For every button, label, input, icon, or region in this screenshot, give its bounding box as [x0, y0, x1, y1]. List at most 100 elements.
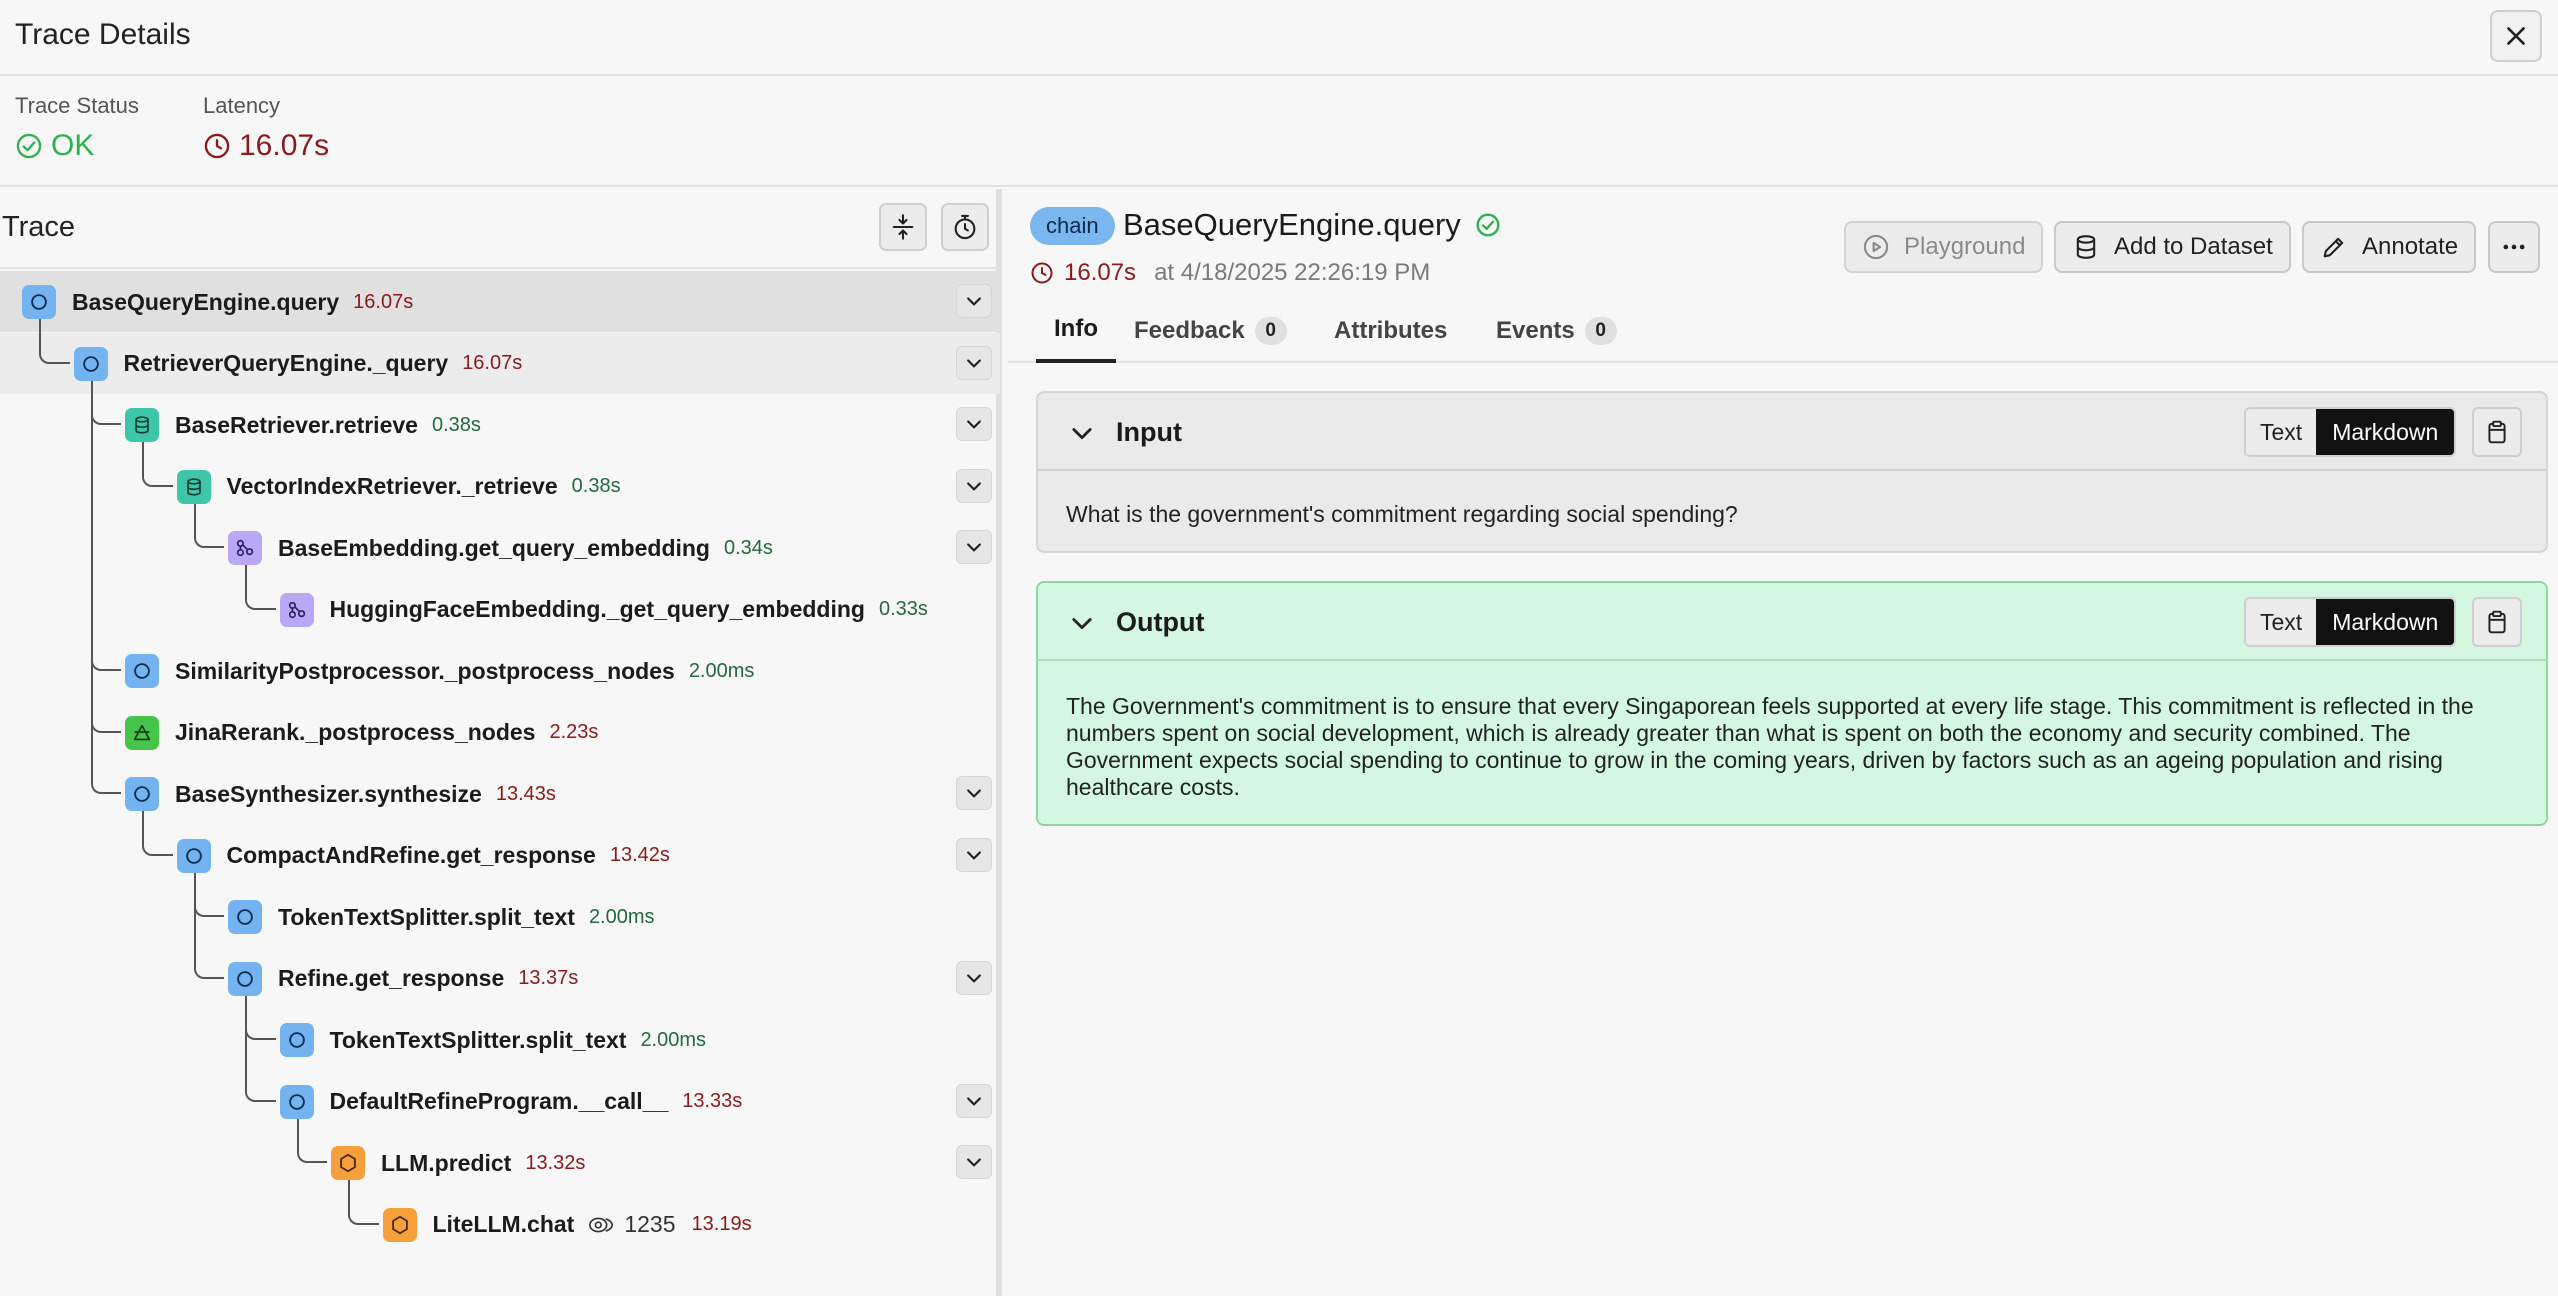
add-to-dataset-button[interactable]: Add to Dataset — [2054, 221, 2291, 273]
span-node[interactable]: LiteLLM.chat 1235 13.19s — [382, 1207, 752, 1242]
span-node[interactable]: SimilarityPostprocessor._postprocess_nod… — [125, 654, 754, 688]
close-button[interactable] — [2490, 10, 2542, 62]
trace-tree-row[interactable]: VectorIndexRetriever._retrieve 0.38s — [0, 442, 1000, 517]
collapse-all-button[interactable] — [879, 203, 927, 251]
input-text-mode-button[interactable]: Text — [2246, 409, 2317, 455]
span-title-row: BaseQueryEngine.query — [1123, 207, 1501, 243]
span-name: Refine.get_response — [278, 965, 505, 991]
expand-chevron-button[interactable] — [956, 960, 992, 995]
tab-attributes[interactable]: Attributes — [1334, 299, 1447, 363]
expand-chevron-button[interactable] — [956, 345, 992, 380]
trace-tree-row[interactable]: CompactAndRefine.get_response 13.42s — [0, 811, 1000, 886]
span-latency: 2.00ms — [588, 905, 655, 928]
span-node[interactable]: BaseSynthesizer.synthesize 13.43s — [125, 777, 556, 811]
latency-label: Latency — [203, 93, 281, 118]
annotate-button[interactable]: Annotate — [2302, 221, 2477, 273]
tab-feedback[interactable]: Feedback 0 — [1134, 299, 1287, 363]
span-tabs: Info Feedback 0 Attributes Events 0 — [1008, 299, 2558, 363]
trace-tree-row[interactable]: JinaRerank._postprocess_nodes 2.23s — [0, 380, 1000, 763]
close-icon — [2507, 27, 2525, 45]
span-node[interactable]: CompactAndRefine.get_response 13.42s — [176, 838, 670, 873]
trace-tree-row[interactable]: LLM.predict 13.32s — [0, 1118, 1000, 1193]
span-node[interactable]: RetrieverQueryEngine._query 16.07s — [73, 346, 522, 381]
chain-kind-icon — [228, 961, 262, 996]
trace-tree-row[interactable]: TokenTextSplitter.split_text 2.00ms — [0, 995, 1000, 1070]
output-text-mode-button[interactable]: Text — [2246, 599, 2317, 645]
span-node[interactable]: JinaRerank._postprocess_nodes 2.23s — [125, 715, 598, 750]
input-markdown-mode-button[interactable]: Markdown — [2316, 409, 2455, 455]
span-node[interactable]: BaseEmbedding.get_query_embedding 0.34s — [228, 531, 773, 565]
span-node[interactable]: HuggingFaceEmbedding._get_query_embeddin… — [279, 592, 928, 627]
span-name: TokenTextSplitter.split_text — [329, 1026, 627, 1053]
more-options-button[interactable] — [2488, 221, 2540, 273]
span-node[interactable]: TokenTextSplitter.split_text 2.00ms — [279, 1023, 706, 1057]
span-node[interactable]: Refine.get_response 13.37s — [228, 961, 578, 996]
trace-tree-row[interactable]: SimilarityPostprocessor._postprocess_nod… — [0, 380, 1000, 701]
chevron-down-icon — [967, 1158, 981, 1167]
expand-chevron-button[interactable] — [956, 776, 992, 810]
span-node[interactable]: TokenTextSplitter.split_text 2.00ms — [228, 900, 655, 934]
stopwatch-icon — [954, 214, 976, 240]
tab-info[interactable]: Info — [1036, 299, 1116, 363]
expand-chevron-button[interactable] — [956, 837, 992, 872]
output-body: The Government's commitment is to ensure… — [1066, 693, 2474, 800]
expand-chevron-button[interactable] — [956, 468, 992, 503]
chevron-down-icon[interactable] — [1068, 419, 1096, 447]
expand-chevron-button[interactable] — [956, 407, 992, 441]
span-node[interactable]: VectorIndexRetriever._retrieve 0.38s — [176, 469, 621, 504]
chain-kind-icon — [176, 838, 211, 873]
trace-header: Trace — [0, 189, 1002, 269]
annotate-label: Annotate — [2362, 233, 2459, 260]
expand-chevron-button[interactable] — [956, 1145, 992, 1179]
expand-chevron-button[interactable] — [956, 284, 992, 318]
input-panel-header[interactable]: Input Text Markdown — [1038, 393, 2546, 471]
trace-tree-row[interactable]: Refine.get_response 13.37s — [0, 872, 1000, 1009]
span-latency: 0.38s — [571, 475, 621, 497]
input-format-toggle: Text Markdown — [2244, 407, 2457, 457]
trace-tree-row[interactable]: TokenTextSplitter.split_text 2.00ms — [0, 872, 1000, 947]
expand-chevron-button[interactable] — [956, 1083, 992, 1118]
tree-connector — [90, 380, 121, 794]
span-name: VectorIndexRetriever._retrieve — [226, 473, 558, 499]
retriever-kind-icon — [176, 469, 211, 504]
llm-kind-icon — [331, 1146, 365, 1180]
playground-button[interactable]: Playground — [1844, 221, 2044, 273]
span-detail-pane: chain BaseQueryEngine.query 16.07s at 4/… — [1008, 189, 2558, 1296]
output-panel-header[interactable]: Output Text Markdown — [1038, 583, 2546, 661]
chevron-down-icon[interactable] — [1068, 609, 1096, 637]
input-body: What is the government's commitment rega… — [1066, 501, 1738, 527]
span-latency: 13.32s — [525, 1151, 586, 1174]
tree-connector — [193, 872, 224, 979]
input-panel: Input Text Markdown What is the governme… — [1036, 391, 2548, 553]
trace-summary: Trace Status OK Latency 16.07s — [0, 77, 2558, 187]
span-latency: 16.07s — [353, 290, 414, 313]
chevron-down-icon — [967, 358, 981, 367]
chain-kind-icon — [279, 1084, 314, 1119]
tab-feedback-label: Feedback — [1134, 317, 1245, 344]
trace-status-label: Trace Status — [15, 93, 139, 118]
trace-pane: Trace BaseQueryEngine.query 16.07s Retriev… — [0, 189, 1002, 1296]
trace-tree-row[interactable]: LiteLLM.chat 1235 13.19s — [0, 1180, 1000, 1255]
timing-toggle-button[interactable] — [941, 203, 989, 251]
chain-kind-icon — [228, 900, 262, 934]
trace-tree-row[interactable]: BaseEmbedding.get_query_embedding 0.34s — [0, 503, 1000, 578]
feedback-count-badge: 0 — [1254, 317, 1287, 345]
tab-events[interactable]: Events 0 — [1496, 299, 1617, 363]
trace-tree-row[interactable]: HuggingFaceEmbedding._get_query_embeddin… — [0, 565, 1000, 640]
span-node[interactable]: DefaultRefineProgram.__call__ 13.33s — [279, 1084, 742, 1119]
span-name: BaseSynthesizer.synthesize — [175, 780, 482, 807]
span-node[interactable]: BaseQueryEngine.query 16.07s — [22, 285, 413, 319]
span-node[interactable]: BaseRetriever.retrieve 0.38s — [125, 408, 481, 442]
span-node[interactable]: LLM.predict 13.32s — [331, 1146, 585, 1180]
span-name: BaseQueryEngine.query — [1123, 207, 1461, 242]
expand-chevron-button[interactable] — [956, 530, 992, 564]
output-copy-button[interactable] — [2472, 597, 2522, 647]
trace-tree-row[interactable]: DefaultRefineProgram.__call__ 13.33s — [0, 995, 1000, 1132]
pencil-icon — [2323, 237, 2344, 258]
output-markdown-mode-button[interactable]: Markdown — [2316, 599, 2455, 645]
trace-tree-row[interactable]: BaseQueryEngine.query 16.07s — [0, 271, 1000, 332]
trace-tree-row[interactable]: RetrieverQueryEngine._query 16.07s — [0, 319, 1000, 394]
more-horizontal-icon — [2503, 244, 2525, 250]
input-copy-button[interactable] — [2472, 407, 2522, 457]
check-circle-icon — [1476, 213, 1500, 237]
